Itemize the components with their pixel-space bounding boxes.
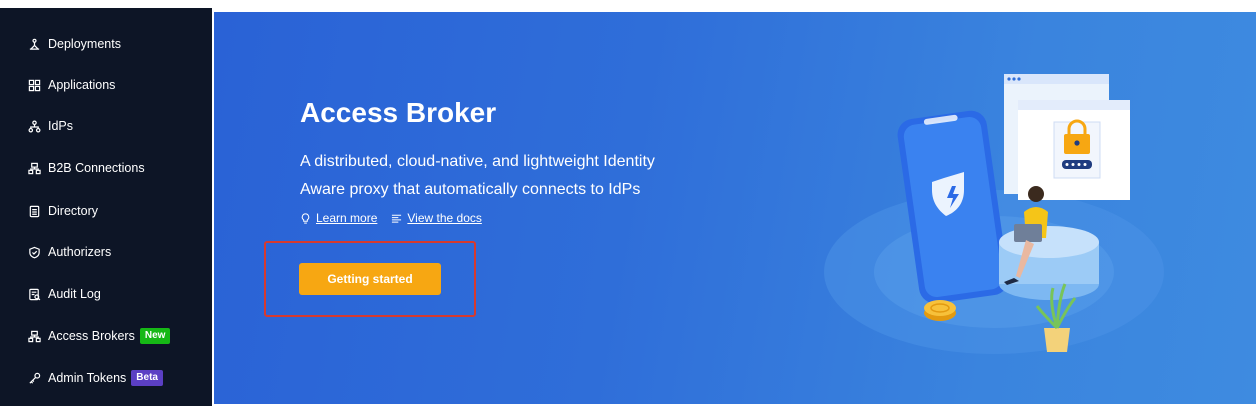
idps-icon [28, 120, 41, 133]
sidebar-item-idps[interactable]: IdPs [28, 116, 73, 136]
getting-started-button[interactable]: Getting started [299, 263, 441, 295]
view-docs-label: View the docs [407, 211, 482, 225]
list-icon [392, 214, 402, 223]
beta-badge: Beta [131, 370, 163, 386]
sidebar-item-label: Deployments [48, 37, 121, 51]
applications-icon [28, 79, 41, 92]
sidebar-item-label: IdPs [48, 119, 74, 133]
learn-more-label: Learn more [316, 211, 378, 225]
view-docs-link[interactable]: View the docs [391, 211, 482, 225]
lightbulb-icon [301, 212, 310, 224]
audit-log-icon [28, 288, 41, 301]
sidebar-item-label: Audit Log [48, 287, 101, 301]
sidebar: Deployments Applications IdPs B2B Connec… [0, 8, 212, 406]
hero-description: A distributed, cloud-native, and lightwe… [300, 148, 720, 204]
sidebar-item-label: Admin Tokens [48, 371, 127, 385]
sidebar-item-label: Applications [48, 78, 116, 92]
authorizers-icon [28, 246, 41, 259]
sidebar-item-admin-tokens[interactable]: Admin Tokens Beta [28, 368, 163, 388]
access-brokers-icon [28, 330, 41, 343]
sidebar-item-deployments[interactable]: Deployments [28, 34, 121, 54]
hero-description-line: A distributed, cloud-native, and lightwe… [300, 153, 655, 170]
new-badge: New [139, 328, 171, 344]
sidebar-item-label: Authorizers [48, 245, 112, 259]
sidebar-item-authorizers[interactable]: Authorizers [28, 242, 111, 262]
sidebar-item-label: B2B Connections [48, 161, 145, 175]
sidebar-item-directory[interactable]: Directory [28, 201, 98, 221]
learn-more-link[interactable]: Learn more [300, 211, 377, 225]
sidebar-item-audit-log[interactable]: Audit Log [28, 284, 101, 304]
page-title: Access Broker [300, 97, 497, 128]
sidebar-item-applications[interactable]: Applications [28, 75, 115, 95]
hero-description-line: Aware proxy that automatically connects … [300, 181, 641, 198]
hero-banner: Access Broker A distributed, cloud-nativ… [214, 12, 1256, 404]
hero-links: Learn more View the docs [300, 211, 482, 225]
sidebar-item-label: Directory [48, 204, 99, 218]
sidebar-item-access-brokers[interactable]: Access Brokers New [28, 326, 171, 346]
b2b-connections-icon [28, 162, 41, 175]
deployments-icon [28, 38, 41, 51]
sidebar-item-label: Access Brokers [48, 329, 135, 343]
directory-icon [28, 205, 41, 218]
sidebar-item-b2b-connections[interactable]: B2B Connections [28, 158, 145, 178]
admin-tokens-icon [28, 372, 41, 385]
access-broker-illustration [824, 74, 1164, 354]
